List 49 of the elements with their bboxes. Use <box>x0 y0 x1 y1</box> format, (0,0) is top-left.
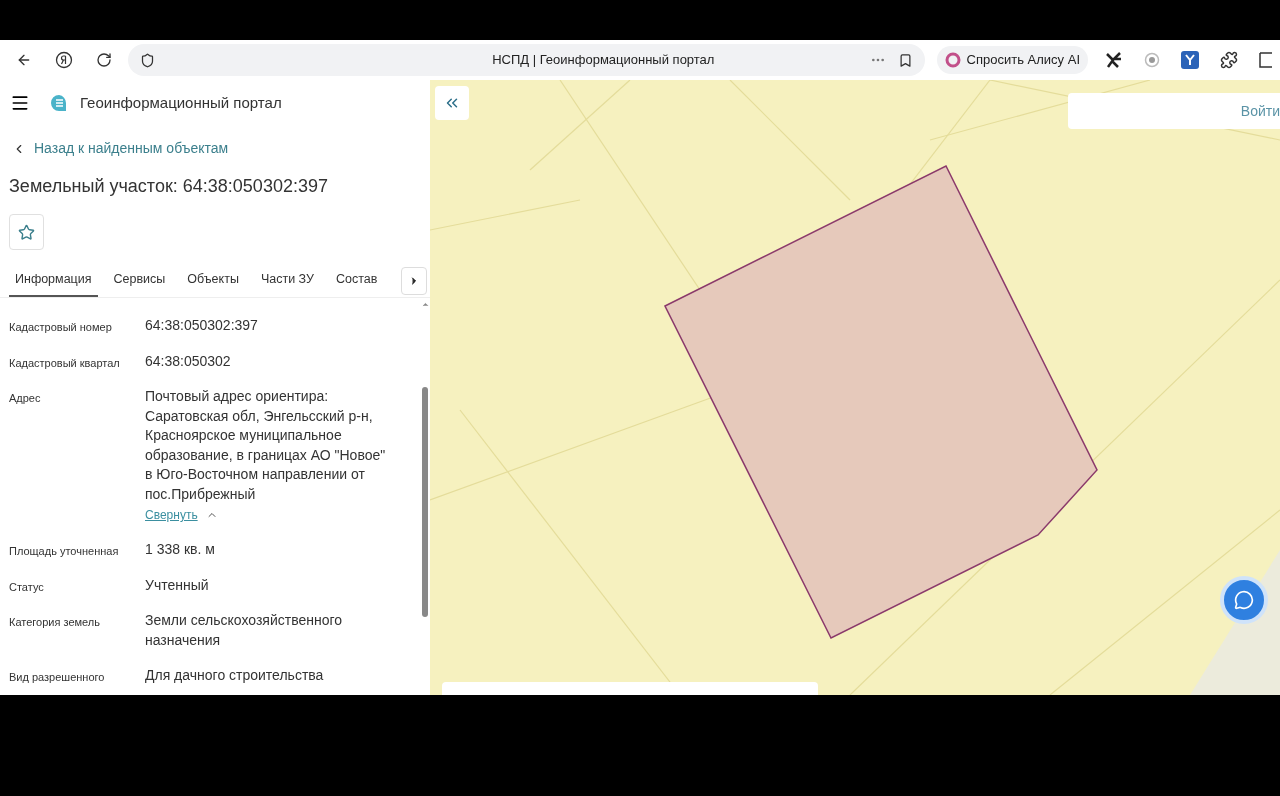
menu-icon[interactable] <box>10 93 30 113</box>
field-value: образование, в границах АО "Новое" <box>145 445 386 465</box>
sidebar-icon[interactable] <box>1258 51 1272 69</box>
collapse-link[interactable]: Свернуть <box>145 506 386 524</box>
tab[interactable]: Информация <box>9 264 98 297</box>
security-shield-icon <box>140 52 155 68</box>
ring-icon <box>944 52 961 68</box>
field-value: 64:38:050302:397 <box>145 316 258 335</box>
chat-icon <box>1234 590 1254 610</box>
field-value: назначения <box>145 630 222 650</box>
field-label: Категория земель <box>9 615 101 630</box>
favorite-button[interactable] <box>9 214 44 250</box>
collapse-panel-button[interactable] <box>435 86 469 120</box>
tabs-scroll-button[interactable] <box>401 267 427 295</box>
field-value: пос.Прибрежный <box>145 484 257 504</box>
parcel-heading: Земельный участок: 64:38:050302:397 <box>8 175 329 198</box>
field-label: Кадастровый номер <box>9 320 113 335</box>
field-value: Саратовская обл, Энгельсский р-н, <box>145 406 374 426</box>
portal-logo-icon <box>50 94 68 112</box>
field-value: в Юго-Восточном направлении от <box>145 465 366 484</box>
field-label: Адрес <box>9 391 42 406</box>
yandex-logo-icon <box>55 51 73 69</box>
field-label: Вид разрешенного <box>9 670 106 685</box>
reload-icon <box>96 52 112 68</box>
field-value: 64:38:050302 <box>145 351 231 371</box>
tab[interactable]: Сервисы <box>107 264 172 297</box>
field-value: 1 338 кв. м <box>145 540 215 559</box>
field-value: Почтовый адрес ориентира: <box>145 387 330 406</box>
scroll-up-icon <box>420 300 430 309</box>
tab[interactable]: Объекты <box>181 264 245 297</box>
star-icon <box>18 223 35 241</box>
field-value: Красноярское муниципальное <box>145 426 343 445</box>
tab[interactable]: Состав <box>330 264 384 297</box>
field-label: Площадь уточненная <box>9 544 120 559</box>
extension-icon[interactable] <box>1104 50 1124 70</box>
portal-title: Геоинформационный портал <box>80 92 282 113</box>
tab[interactable]: Части ЗУ <box>254 264 320 297</box>
extensions-icon[interactable] <box>1220 51 1238 69</box>
field-label: Статус <box>9 579 45 595</box>
field-value: Для дачного строительства <box>145 666 324 685</box>
field-value: Земли сельскохозяйственного <box>145 611 343 630</box>
page-title: НСПД | Геоинформационный портал <box>491 51 716 70</box>
alice-button[interactable]: Спросить Алису AI <box>936 46 1088 74</box>
record-icon[interactable] <box>1144 52 1160 68</box>
bookmark-icon[interactable] <box>897 52 913 68</box>
field-label: Кадастровый квартал <box>9 355 121 371</box>
back-link[interactable]: Назад к найденным объектам <box>0 138 430 159</box>
field-value: Учтенный <box>145 575 209 595</box>
address-bar[interactable]: НСПД | Геоинформационный портал <box>128 44 925 76</box>
